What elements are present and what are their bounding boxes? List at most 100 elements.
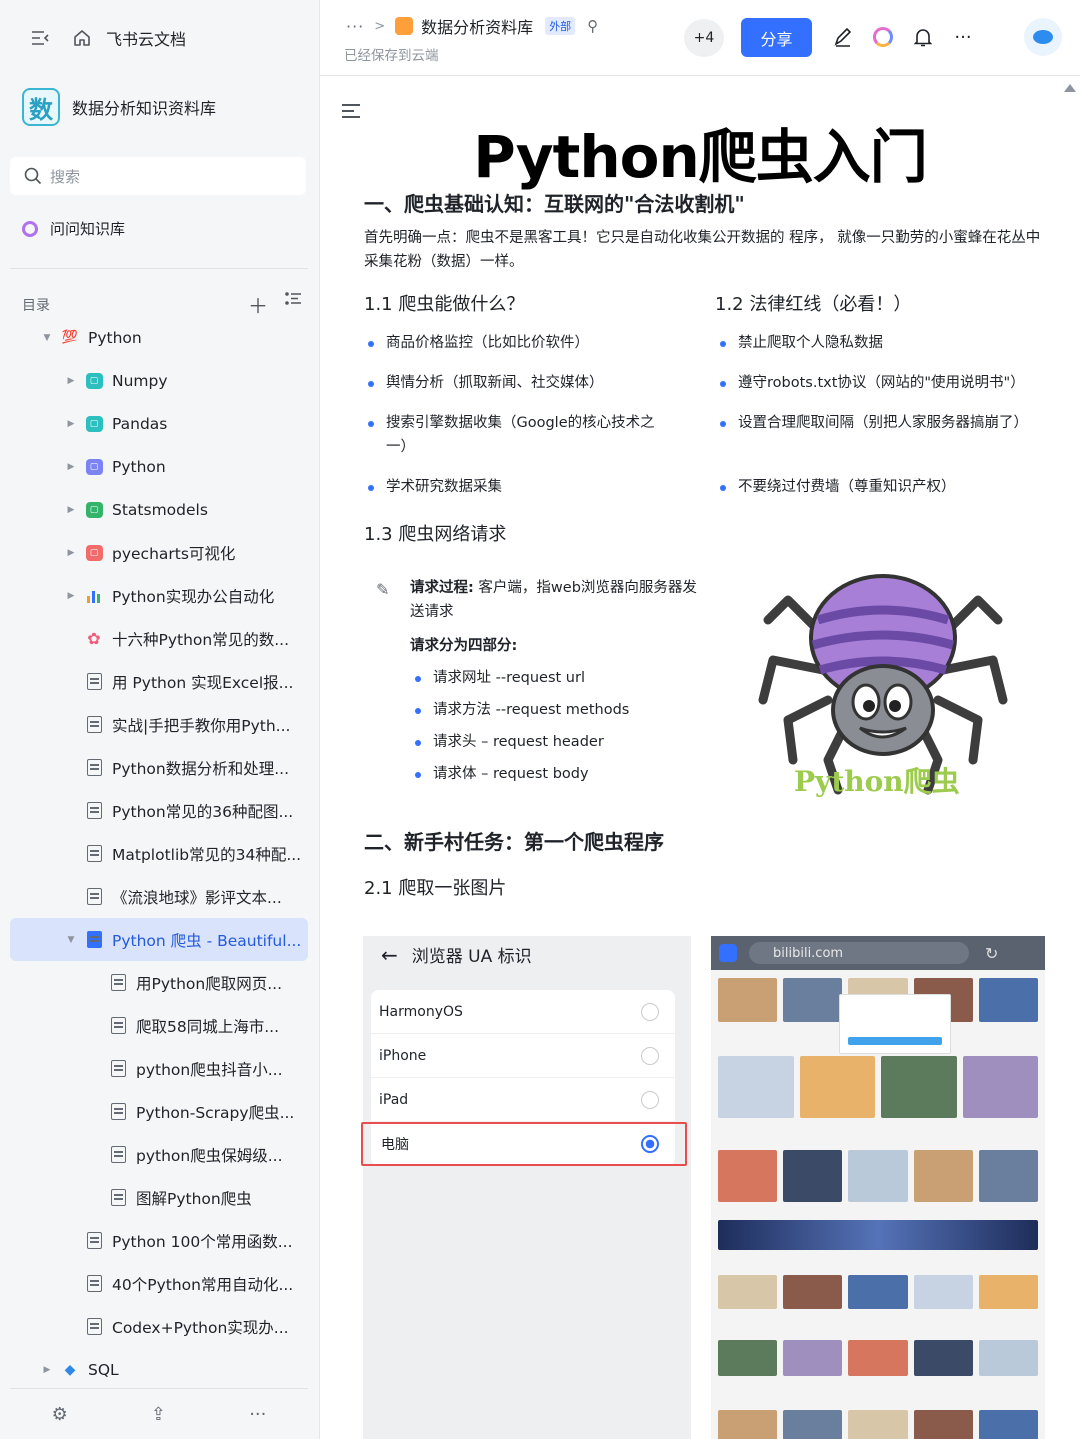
toc-label: 目录 xyxy=(22,297,50,314)
doc-icon xyxy=(84,802,104,820)
browser-page xyxy=(711,970,1045,1439)
list-item: 请求体 – request body xyxy=(415,762,693,786)
hundred-emoji-icon: 💯 xyxy=(61,330,79,345)
section-1-2-heading: 1.2 法律红线（必看！） xyxy=(715,294,912,315)
thumbnail xyxy=(718,1056,794,1118)
caret-down-icon[interactable]: ▼ xyxy=(40,333,54,343)
sidebar-item-label: Numpy xyxy=(112,371,168,390)
sidebar-tree-item[interactable]: ▶ ◆ SQL xyxy=(10,1348,308,1391)
scroll-up-arrow[interactable] xyxy=(1064,84,1076,92)
thumbnail xyxy=(718,1410,778,1439)
thumbnail xyxy=(783,1150,843,1202)
bell-icon[interactable] xyxy=(912,22,934,52)
ua-option-selected: 电脑 xyxy=(361,1122,687,1166)
sidebar-tree-item[interactable]: ▶ Python实现办公自动化 xyxy=(10,574,308,617)
sidebar-search[interactable]: 搜索 xyxy=(10,157,306,195)
more-icon[interactable]: ··· xyxy=(249,1404,266,1425)
section-1-3-heading: 1.3 爬虫网络请求 xyxy=(364,524,507,545)
list-view-icon[interactable] xyxy=(284,290,302,308)
wiki-space-icon: ▢ xyxy=(84,501,104,519)
share-out-icon[interactable]: ⇪ xyxy=(151,1404,166,1425)
thumbnail xyxy=(978,1150,1038,1202)
sidebar-item-label: Python 100个常用函数... xyxy=(112,1232,293,1251)
sidebar-tree-item[interactable]: ▼ 💯 Python xyxy=(10,316,308,359)
caret-right-icon[interactable]: ▶ xyxy=(64,376,78,386)
sidebar-tree-item[interactable]: Codex+Python实现办... xyxy=(10,1305,308,1348)
sidebar-item-label: Codex+Python实现办... xyxy=(112,1318,289,1337)
spider-caption: Python爬虫 xyxy=(794,765,960,798)
sidebar-tree-item[interactable]: Python常见的36种配图... xyxy=(10,789,308,832)
ai-assistant-icon[interactable] xyxy=(872,22,894,52)
sidebar-tree-item[interactable]: ▼ Python 爬虫 - Beautiful... xyxy=(10,918,308,961)
doc-icon xyxy=(108,1103,128,1121)
save-status: 已经保存到云端 xyxy=(344,48,439,64)
add-icon[interactable]: ＋ xyxy=(248,290,268,319)
thumbnail xyxy=(783,1275,843,1309)
share-button[interactable]: 分享 xyxy=(741,18,812,57)
bilibili-screenshot: bilibili.com ↻ xyxy=(711,936,1045,1439)
avatar[interactable] xyxy=(1024,18,1062,56)
sidebar-tree-item[interactable]: 《流浪地球》影评文本... xyxy=(10,875,308,918)
settings-icon[interactable]: ⚙ xyxy=(52,1404,68,1425)
sidebar-tree-item[interactable]: ✿ 十六种Python常见的数... xyxy=(10,617,308,660)
sidebar-item-label: 用 Python 实现Excel报... xyxy=(112,673,294,692)
sidebar-tree-item[interactable]: ▶ ▢ pyecharts可视化 xyxy=(10,531,308,574)
sidebar-tree-item[interactable]: python爬虫保姆级... xyxy=(10,1133,308,1176)
sidebar-tree-item[interactable]: 图解Python爬虫 xyxy=(10,1176,308,1219)
sidebar-tree-item[interactable]: 用 Python 实现Excel报... xyxy=(10,660,308,703)
sidebar-tree-item[interactable]: Python 100个常用函数... xyxy=(10,1219,308,1262)
breadcrumb-title[interactable]: 数据分析资料库 xyxy=(421,14,533,38)
sidebar-item-label: python爬虫抖音小... xyxy=(136,1060,283,1079)
knowledge-base-header[interactable]: 数 数据分析知识资料库 xyxy=(22,88,216,126)
thumbnail xyxy=(799,1056,875,1118)
ask-knowledge-base[interactable]: 问问知识库 xyxy=(22,218,125,239)
caret-down-icon[interactable]: ▼ xyxy=(64,935,78,945)
app-brand[interactable]: 飞书云文档 xyxy=(106,26,186,50)
gem-icon: ◆ xyxy=(64,1361,76,1378)
callout-bold: 请求过程: xyxy=(410,580,474,596)
flower-icon: ✿ xyxy=(87,629,101,648)
caret-right-icon[interactable]: ▶ xyxy=(64,505,78,515)
caret-right-icon[interactable]: ▶ xyxy=(64,419,78,429)
thumbnail xyxy=(978,978,1038,1022)
sidebar-tree-item[interactable]: python爬虫抖音小... xyxy=(10,1047,308,1090)
doc-icon xyxy=(84,673,104,691)
sidebar-item-label: Python 爬虫 - Beautiful... xyxy=(112,931,302,950)
doc-icon xyxy=(84,716,104,734)
thumbnail xyxy=(718,1150,778,1202)
wiki-doc-icon xyxy=(395,17,414,35)
doc-icon xyxy=(108,1060,128,1078)
sidebar-tree-item[interactable]: ▶ ▢ Python xyxy=(10,445,308,488)
sidebar-tree-item[interactable]: Python数据分析和处理... xyxy=(10,746,308,789)
toc-header: 目录 ＋ xyxy=(22,290,302,319)
collaborators-count[interactable]: +4 xyxy=(684,19,724,57)
doc-icon xyxy=(84,1232,104,1250)
caret-right-icon[interactable]: ▶ xyxy=(40,1365,54,1375)
pin-icon[interactable]: ⚲ xyxy=(587,17,598,35)
sidebar-item-label: 《流浪地球》影评文本... xyxy=(112,888,282,907)
sidebar-tree-item[interactable]: ▶ ▢ Numpy xyxy=(10,359,308,402)
sidebar-tree-item[interactable]: ▶ ▢ Statsmodels xyxy=(10,488,308,531)
more-menu[interactable]: ··· xyxy=(952,22,974,52)
caret-right-icon[interactable]: ▶ xyxy=(64,462,78,472)
section-1-1-heading: 1.1 爬虫能做什么？ xyxy=(364,294,525,315)
breadcrumb-more[interactable]: ··· xyxy=(346,17,364,36)
sidebar-tree-item[interactable]: 用Python爬取网页... xyxy=(10,961,308,1004)
sidebar-tree-item[interactable]: 爬取58同城上海市... xyxy=(10,1004,308,1047)
list-item: 禁止爬取个人隐私数据 xyxy=(720,331,1058,355)
home-icon[interactable] xyxy=(70,26,94,50)
collapse-sidebar-icon[interactable] xyxy=(28,26,52,50)
doc-icon xyxy=(84,759,104,777)
sidebar-tree-item[interactable]: Matplotlib常见的34种配... xyxy=(10,832,308,875)
edit-icon[interactable] xyxy=(832,22,854,52)
caret-right-icon[interactable]: ▶ xyxy=(64,548,78,558)
sidebar-tree-item[interactable]: ▶ ▢ Pandas xyxy=(10,402,308,445)
sidebar-tree-item[interactable]: 实战|手把手教你用Pyth... xyxy=(10,703,308,746)
sidebar-tree-item[interactable]: Python-Scrapy爬虫... xyxy=(10,1090,308,1133)
sidebar-tree-item[interactable]: 40个Python常用自动化... xyxy=(10,1262,308,1305)
sidebar-item-label: Python实现办公自动化 xyxy=(112,587,275,606)
knowledge-base-logo: 数 xyxy=(22,88,60,126)
caret-right-icon[interactable]: ▶ xyxy=(64,591,78,601)
thumbnail xyxy=(848,1275,908,1309)
breadcrumb: ··· > 数据分析资料库 外部 ⚲ xyxy=(346,14,598,38)
